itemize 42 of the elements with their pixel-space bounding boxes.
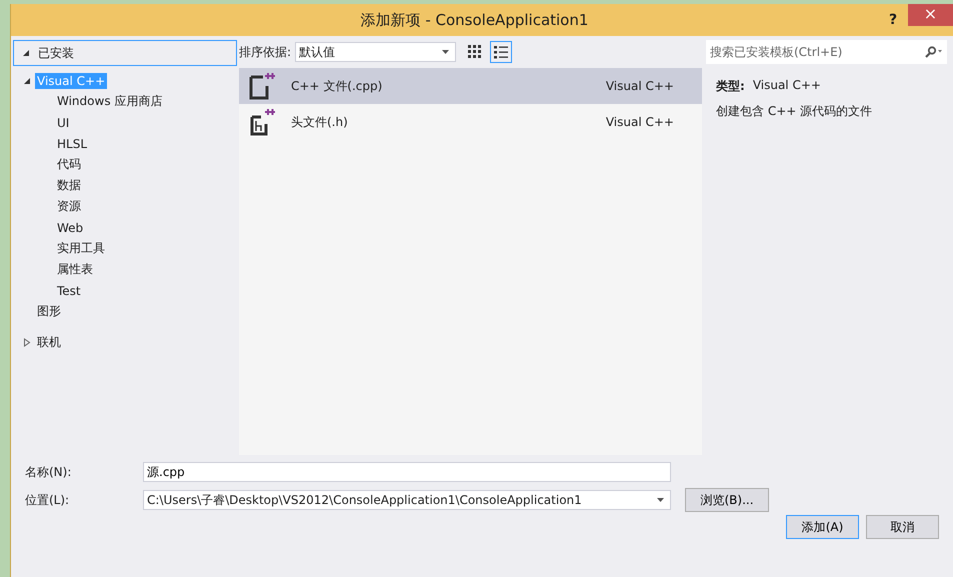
type-value: Visual C++ — [752, 78, 821, 94]
tree-item[interactable]: Web — [55, 220, 86, 236]
installed-header[interactable]: 已安装 — [13, 40, 237, 66]
name-label: 名称(N): — [25, 464, 72, 480]
tree-item[interactable]: 代码 — [55, 155, 83, 174]
expanded-triangle-icon[interactable] — [23, 76, 31, 84]
location-dropdown[interactable]: C:\Users\子睿\Desktop\VS2012\ConsoleApplication1\ConsoleApplication1 — [143, 490, 671, 510]
location-label: 位置(L): — [25, 492, 70, 508]
dropdown-arrow-icon[interactable] — [657, 498, 664, 502]
browse-button[interactable]: 浏览(B)... — [685, 488, 769, 512]
sort-label: 排序依据: — [239, 44, 292, 60]
template-item[interactable]: 头文件(.h) Visual C++ — [239, 104, 702, 140]
tree-item[interactable]: 图形 — [35, 302, 63, 321]
close-button[interactable]: × — [908, 4, 953, 26]
add-button[interactable]: 添加(A) — [786, 515, 859, 539]
name-field[interactable]: 源.cpp — [143, 462, 671, 482]
tree-item[interactable]: 实用工具 — [55, 239, 107, 258]
search-icon[interactable] — [921, 40, 947, 64]
window-title: 添加新项 - ConsoleApplication1 — [360, 10, 590, 30]
template-description: 创建包含 C++ 源代码的文件 — [716, 103, 874, 120]
tree-item[interactable]: UI — [55, 114, 72, 130]
tree-item[interactable]: 资源 — [55, 197, 83, 216]
cancel-button[interactable]: 取消 — [866, 515, 939, 539]
help-button[interactable]: ? — [878, 12, 908, 28]
list-view-button[interactable] — [490, 41, 512, 63]
tree-item[interactable]: Test — [55, 282, 83, 298]
dropdown-arrow-icon[interactable] — [442, 50, 450, 54]
header-file-icon — [249, 108, 275, 136]
expanded-triangle-icon[interactable] — [22, 49, 30, 57]
tree-item[interactable]: HLSL — [55, 136, 90, 152]
cpp-file-icon — [249, 72, 275, 100]
search-field[interactable]: 搜索已安装模板(Ctrl+E) — [706, 40, 921, 64]
tree-item[interactable]: 数据 — [55, 176, 83, 195]
tree-item[interactable]: 联机 — [35, 333, 63, 352]
template-item[interactable]: C++ 文件(.cpp) Visual C++ — [239, 68, 702, 104]
tree-item[interactable]: Windows 应用商店 — [55, 92, 164, 111]
collapsed-triangle-icon[interactable] — [23, 338, 31, 347]
sort-dropdown[interactable]: 默认值 — [295, 42, 456, 62]
list-icon — [494, 45, 508, 59]
type-label: 类型: — [716, 78, 745, 95]
tree-item[interactable]: 属性表 — [55, 260, 95, 279]
grid-icon — [468, 45, 482, 59]
